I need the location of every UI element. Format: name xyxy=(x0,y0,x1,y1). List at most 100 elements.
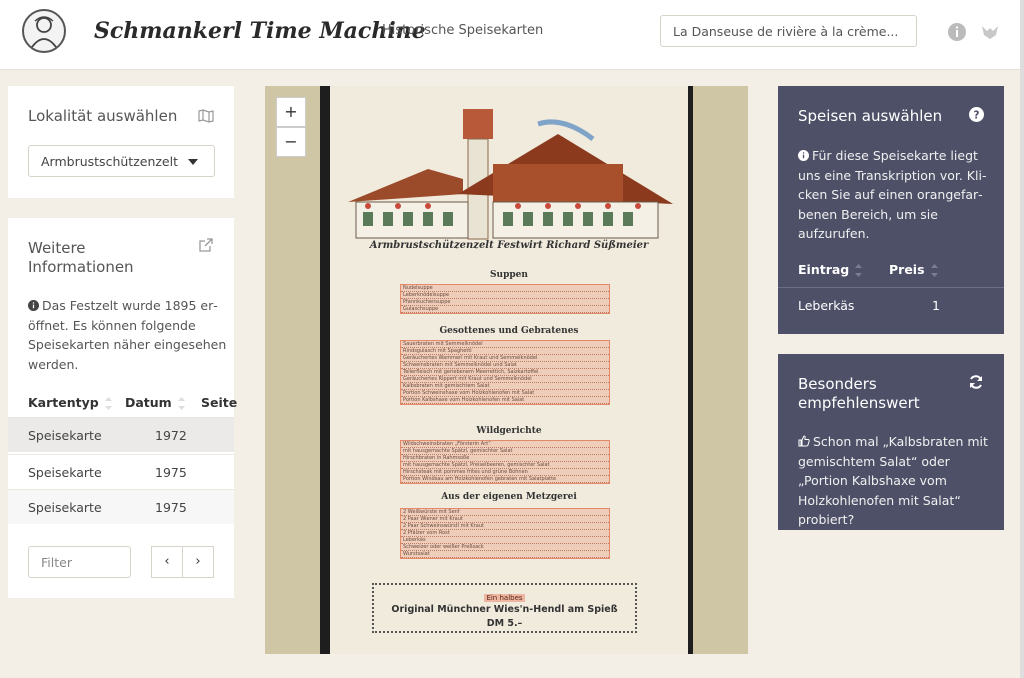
next-page-button[interactable]: › xyxy=(182,546,214,578)
dishes-panel: Speisen auswählen ? Für diese Speisekart… xyxy=(778,86,1004,334)
menu-section-heading: Aus der eigenen Metzgerei xyxy=(441,492,577,502)
col-kartentyp-label: Kartentyp xyxy=(28,395,99,410)
menu-line: Geräuchertes Rippert mit Kraut und Semme… xyxy=(401,376,609,383)
nav-historic-menus[interactable]: Historische Speisekarten xyxy=(382,23,543,38)
prev-page-button[interactable]: ‹ xyxy=(151,546,183,578)
menu-section-heading: Gesottenes und Gebratenes xyxy=(439,326,579,336)
recommend-text: Schon mal „Kalbsbraten mit gemischtem Sa… xyxy=(798,432,990,530)
col-seite[interactable]: Seite xyxy=(201,395,237,410)
dishes-title: Speisen auswählen xyxy=(798,107,943,125)
zoom-out-button[interactable]: − xyxy=(276,127,306,157)
info-circle-icon xyxy=(28,300,39,311)
sort-icon xyxy=(104,397,112,410)
info-circle-icon xyxy=(798,150,809,161)
menu-line: Hirschsteak mit pommes frites und grüne … xyxy=(401,469,609,476)
menu-page-image: Armbrustschützenzelt Festwirt Richard Sü… xyxy=(330,86,688,654)
table-row[interactable]: Speisekarte 1972 xyxy=(8,417,234,452)
dish-price: 1 xyxy=(932,298,940,313)
locality-selected-value: Armbrustschützenzelt xyxy=(41,154,178,169)
menu-line: Pfannkuchensuppe xyxy=(401,299,609,306)
col-kartentyp[interactable]: Kartentyp xyxy=(28,395,112,410)
menu-line: Leberknödelsuppe xyxy=(401,292,609,299)
row-type: Speisekarte xyxy=(28,465,102,480)
svg-text:?: ? xyxy=(974,109,980,121)
menu-line: Kalbsbraten mit gemischtem Salat xyxy=(401,383,609,390)
menu-section-heading: Wildgerichte xyxy=(476,426,542,436)
building-illustration xyxy=(348,109,673,240)
row-type: Speisekarte xyxy=(28,500,102,515)
menu-section-heading: Suppen xyxy=(490,270,528,280)
table-row[interactable]: Leberkäs 1 xyxy=(778,289,1004,324)
window-scrollbar[interactable] xyxy=(1020,0,1024,678)
dishes-description: Für diese Speisekarte liegt uns eine Tra… xyxy=(798,148,987,241)
note-main: Original Münchner Wies'n-Hendl am Spieß xyxy=(391,604,618,615)
more-info-title: Weitere Informationen xyxy=(28,239,134,276)
locality-panel: Lokalität auswählen Armbrustschützenzelt xyxy=(8,86,234,198)
recommend-panel: Besonders empfehlenswert Schon mal „Kalb… xyxy=(778,354,1004,530)
filter-input[interactable]: Filter xyxy=(28,546,131,578)
more-info-text: Das Festzelt wurde 1895 er­öffnet. Es kö… xyxy=(28,296,228,374)
menu-line: Tellerfleisch mit geriebenem Meerrettich… xyxy=(401,369,609,376)
more-info-description: Das Festzelt wurde 1895 er­öffnet. Es kö… xyxy=(28,298,227,372)
app-header: Schmankerl Time Machine Historische Spei… xyxy=(0,0,1020,70)
menu-box-wild[interactable]: Wildschweinsbraten „Försterin Art“ mit h… xyxy=(400,440,610,484)
refresh-icon[interactable] xyxy=(968,374,984,390)
logo-icon[interactable] xyxy=(22,9,66,53)
chevron-down-icon xyxy=(188,159,198,165)
menu-line: Schweinsbraten mit Semmelknödel und Sala… xyxy=(401,362,609,369)
menu-viewer[interactable]: Armbrustschützenzelt Festwirt Richard Sü… xyxy=(265,86,748,654)
col-preis-label: Preis xyxy=(889,262,925,277)
col-eintrag[interactable]: Eintrag xyxy=(798,262,863,277)
col-datum-label: Datum xyxy=(125,395,172,410)
app-title[interactable]: Schmankerl Time Machine xyxy=(94,18,426,44)
menu-special-note: Ein halbes Original Münchner Wies'n-Hend… xyxy=(372,583,637,633)
menu-line: 2 Paar Schweinswürstl mit Kraut xyxy=(401,523,609,530)
card-table-header: Kartentyp Datum Seite xyxy=(8,392,237,416)
menu-line: Sauerbraten mit Semmelknödel xyxy=(401,341,609,348)
menu-line: 2 Weißwürste mit Senf xyxy=(401,509,609,516)
locality-title: Lokalität auswählen xyxy=(28,107,178,125)
menu-box-suppen[interactable]: Nudelsuppe Leberknödelsuppe Pfannkuchens… xyxy=(400,284,610,314)
dishes-text: Für diese Speisekarte liegt uns eine Tra… xyxy=(798,146,988,244)
locality-select[interactable]: Armbrustschützenzelt xyxy=(28,145,215,177)
col-datum[interactable]: Datum xyxy=(125,395,185,410)
zoom-in-button[interactable]: + xyxy=(276,97,306,127)
menu-banner: Armbrustschützenzelt Festwirt Richard Sü… xyxy=(369,240,649,251)
table-row[interactable]: Speisekarte 1975 xyxy=(8,489,234,524)
note-small: Ein halbes xyxy=(484,594,525,602)
row-date: 1975 xyxy=(155,465,187,480)
menu-line: Wildschweinsbraten „Försterin Art“ xyxy=(401,441,609,448)
menu-line: Gulaschsuppe xyxy=(401,306,609,313)
external-link-icon[interactable] xyxy=(198,237,214,253)
menu-line: Geräuchertes Wammerl mit Kraut und Semme… xyxy=(401,355,609,362)
menu-line: Portion Schweinshaxe vom Holzkohlenofen … xyxy=(401,390,609,397)
help-icon[interactable]: ? xyxy=(969,107,984,122)
col-eintrag-label: Eintrag xyxy=(798,262,850,277)
menu-line: Nudelsuppe xyxy=(401,285,609,292)
table-row[interactable]: Speisekarte 1975 xyxy=(8,454,234,489)
search-input[interactable]: La Danseuse de rivière à la crème... xyxy=(660,15,917,47)
recommend-description: Schon mal „Kalbsbraten mit gemischtem Sa… xyxy=(798,434,988,527)
menu-line: Leberkäs xyxy=(401,537,609,544)
menu-box-gesottenes[interactable]: Sauerbraten mit Semmelknödel Rindsgulasc… xyxy=(400,340,610,405)
recommend-title: Besonders empfehlenswert xyxy=(798,375,920,412)
menu-box-metzgerei[interactable]: 2 Weißwürste mit Senf 2 Paar Wiener mit … xyxy=(400,508,610,559)
info-icon[interactable] xyxy=(947,22,967,42)
sort-icon xyxy=(855,264,863,277)
row-date: 1975 xyxy=(155,500,187,515)
more-info-panel: Weitere Informationen Das Festzelt wurde… xyxy=(8,218,237,598)
menu-line: 2 Pfälzer vom Rost xyxy=(401,530,609,537)
menu-line: Portion Windsau am Holzkohlenofen gebrat… xyxy=(401,476,609,483)
row-date: 1972 xyxy=(155,428,187,443)
menu-line: Portion Kalbshaxe vom Holzkohlenofen mit… xyxy=(401,397,609,404)
sort-icon xyxy=(177,397,185,410)
thumbs-up-icon xyxy=(798,435,810,447)
col-preis[interactable]: Preis xyxy=(889,262,938,277)
map-icon[interactable] xyxy=(198,109,214,123)
note-price: DM 5.– xyxy=(486,618,523,629)
menu-line: Schweizer oder weißer Preßsack xyxy=(401,544,609,551)
menu-line: 2 Paar Wiener mit Kraut xyxy=(401,516,609,523)
menu-line: Wurstsalat xyxy=(401,551,609,558)
sort-icon xyxy=(930,264,938,277)
fox-icon[interactable] xyxy=(980,22,1000,42)
